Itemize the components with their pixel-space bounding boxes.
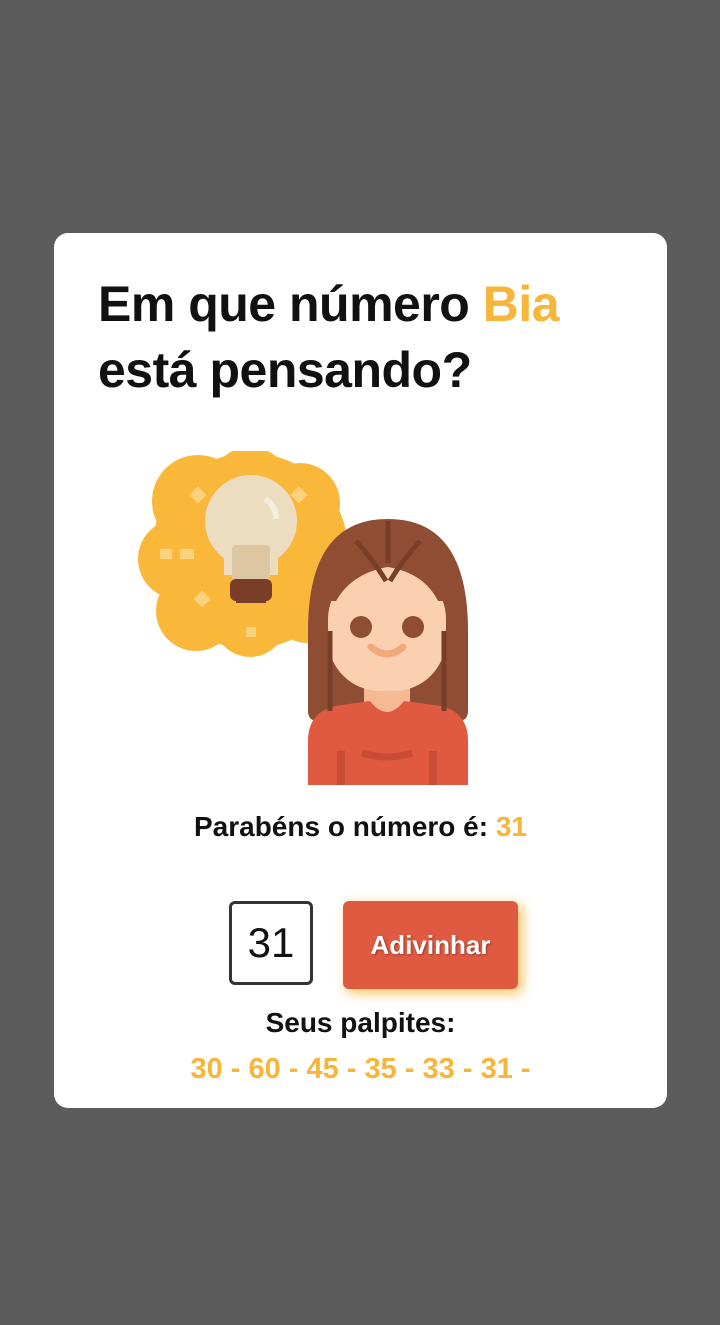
- result-label: Parabéns o número é:: [193, 811, 489, 842]
- thinking-girl-illustration: [138, 451, 468, 785]
- page-title: Em que número Bia está pensando?: [98, 271, 638, 403]
- guesses-list: 30 - 60 - 45 - 35 - 33 - 31 -: [190, 1053, 531, 1085]
- result-number: 31: [495, 811, 528, 842]
- girl-avatar: [308, 519, 468, 785]
- guess-button[interactable]: Adivinhar: [343, 901, 518, 989]
- game-card: Em que número Bia está pensando? Parabén…: [54, 233, 667, 1108]
- player-name: Bia: [482, 276, 560, 332]
- result-message: Parabéns o número é: 31: [54, 811, 667, 843]
- title-prefix: Em que número: [98, 276, 470, 332]
- guess-input[interactable]: [229, 901, 313, 985]
- guesses-label: Seus palpites:: [265, 1007, 456, 1038]
- title-suffix: está pensando?: [98, 342, 472, 398]
